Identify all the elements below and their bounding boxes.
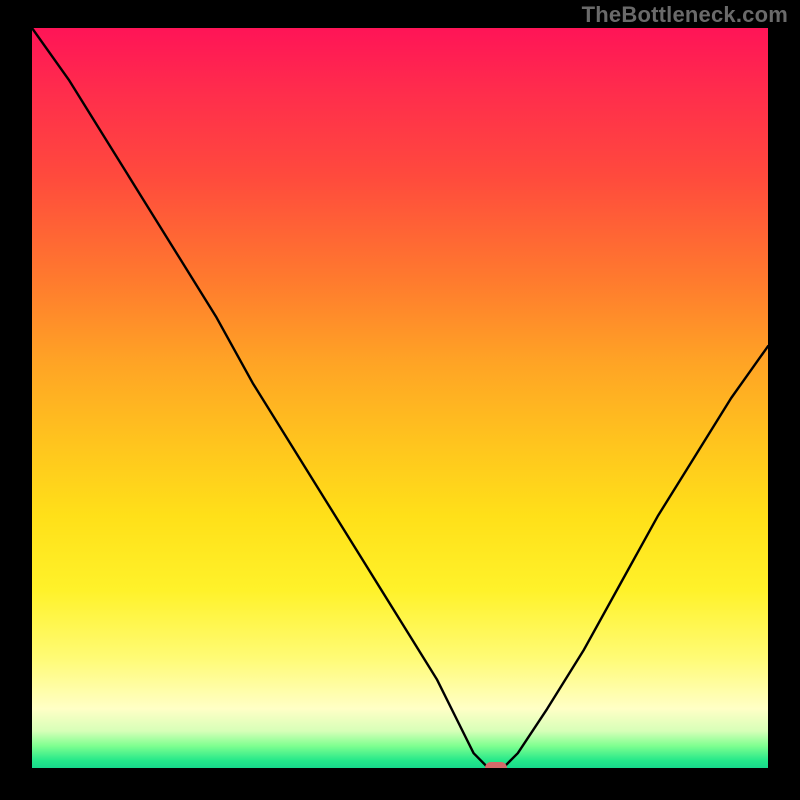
optimal-marker: [485, 762, 507, 768]
bottleneck-curve: [32, 28, 768, 768]
watermark-text: TheBottleneck.com: [582, 2, 788, 28]
plot-area: [32, 28, 768, 768]
chart-frame: TheBottleneck.com: [0, 0, 800, 800]
